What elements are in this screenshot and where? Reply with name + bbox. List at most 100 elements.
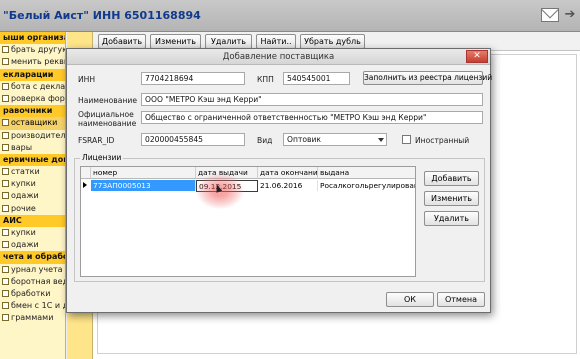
- close-icon[interactable]: ✕: [466, 50, 488, 63]
- sidebar-item[interactable]: одажи: [0, 239, 65, 251]
- cell-issued[interactable]: 09.12.2015: [196, 180, 258, 192]
- kpp-field[interactable]: 540545001: [283, 72, 350, 85]
- find-button[interactable]: Найти..: [256, 34, 296, 49]
- document-icon: [2, 94, 9, 102]
- sidebar-section-header[interactable]: ервичные докуме: [0, 153, 65, 167]
- add-button[interactable]: Добавить: [98, 34, 146, 49]
- document-icon: [2, 265, 9, 273]
- sidebar-item[interactable]: боротная ведомос: [0, 276, 65, 288]
- inn-field[interactable]: 7704218694: [141, 72, 245, 85]
- sidebar-item-label: чета и обработк: [3, 252, 65, 262]
- licenses-group: Лицензии номер дата выдачи дата окончани…: [74, 153, 485, 282]
- license-edit-button[interactable]: Изменить: [424, 191, 479, 206]
- remove-duplicate-button[interactable]: Убрать дубль: [300, 34, 365, 49]
- column-header-issuer[interactable]: выдана: [318, 167, 415, 179]
- foreign-checkbox[interactable]: [402, 135, 411, 144]
- dialog-titlebar[interactable]: Добавление поставщика ✕: [67, 49, 490, 65]
- sidebar-item-label: одажи: [11, 240, 39, 250]
- sidebar-item-label: бота с деклараци: [11, 81, 66, 91]
- document-icon: [2, 119, 9, 127]
- delete-button[interactable]: Удалить: [205, 34, 252, 49]
- document-icon: [2, 289, 9, 297]
- cell-number[interactable]: 77ЗАП0005013: [91, 180, 196, 191]
- document-icon: [2, 277, 9, 285]
- sidebar-item-label: ыши организации: [3, 33, 65, 42]
- sidebar-item[interactable]: бмен с 1С и другими: [0, 300, 65, 312]
- sidebar-item[interactable]: статки: [0, 166, 65, 178]
- column-header-issued[interactable]: дата выдачи: [196, 167, 258, 179]
- sidebar-section-header[interactable]: равочники: [0, 105, 65, 118]
- mail-icon[interactable]: [541, 8, 559, 22]
- sidebar-item-label: боротная ведомос: [11, 276, 65, 286]
- kind-select[interactable]: Оптовик: [283, 133, 387, 146]
- sidebar-item-label: граммами: [11, 313, 54, 323]
- sidebar-item[interactable]: граммами: [0, 312, 65, 324]
- fsrar-id-field[interactable]: 020000455845: [141, 133, 245, 146]
- sidebar-item[interactable]: менить реквизиты: [0, 56, 65, 68]
- foreign-label: Иностранный: [415, 136, 470, 145]
- sidebar-item-label: бмен с 1С и другими: [11, 301, 65, 311]
- sidebar-item[interactable]: купки: [0, 178, 65, 190]
- dialog-title: Добавление поставщика: [222, 52, 335, 62]
- sidebar-item-label: бработки: [11, 288, 51, 298]
- sidebar-section-header[interactable]: ыши организации: [0, 32, 65, 45]
- document-icon: [2, 46, 9, 54]
- inn-label: ИНН: [78, 75, 96, 84]
- sidebar-item[interactable]: урнал учета алкоп: [0, 264, 65, 276]
- sidebar-item[interactable]: одажи: [0, 190, 65, 202]
- sidebar-item-label: брать другую: [11, 45, 66, 55]
- sidebar-section-header[interactable]: чета и обработк: [0, 251, 65, 264]
- sidebar-item[interactable]: бота с деклараци: [0, 81, 65, 93]
- sidebar-item-label: статки: [11, 167, 40, 177]
- licenses-table[interactable]: номер дата выдачи дата окончания выдана …: [80, 166, 416, 277]
- sidebar-item[interactable]: брать другую: [0, 44, 65, 56]
- kpp-label: КПП: [257, 75, 274, 84]
- sidebar-item[interactable]: купки: [0, 227, 65, 239]
- sidebar-item-label: ервичные докуме: [3, 154, 65, 164]
- sidebar-item[interactable]: роизводители: [0, 130, 65, 142]
- exit-icon[interactable]: ➔: [562, 8, 578, 22]
- kind-select-value: Оптовик: [287, 135, 322, 144]
- column-header-number[interactable]: номер: [91, 167, 196, 179]
- document-icon: [2, 241, 9, 249]
- sidebar-item[interactable]: бработки: [0, 288, 65, 300]
- sidebar-section-header[interactable]: екларации: [0, 68, 65, 81]
- official-name-field[interactable]: Общество с ограниченной ответственностью…: [141, 111, 483, 124]
- license-add-button[interactable]: Добавить: [424, 171, 479, 186]
- sidebar-section-header[interactable]: АИС: [0, 214, 65, 227]
- name-field[interactable]: ООО "МЕТРО Кэш энд Керри": [141, 93, 483, 106]
- fill-from-registry-button[interactable]: Заполнить из реестра лицензий: [363, 71, 492, 85]
- ok-button[interactable]: ОК: [386, 292, 434, 307]
- document-icon: [2, 168, 9, 176]
- document-icon: [2, 192, 9, 200]
- edit-button[interactable]: Изменить: [150, 34, 201, 49]
- app-titlebar: "Белый Аист" ИНН 6501168894 ➔: [0, 0, 580, 32]
- document-icon: [2, 131, 9, 139]
- sidebar-item-label: равочники: [3, 106, 53, 116]
- sidebar-item-label: оставщики: [11, 118, 58, 128]
- cell-issuer[interactable]: Росалкогольрегулирование: [318, 180, 415, 191]
- cancel-button[interactable]: Отмена: [437, 292, 485, 307]
- licenses-legend: Лицензии: [80, 153, 124, 162]
- column-header-expires[interactable]: дата окончания: [258, 167, 318, 179]
- document-icon: [2, 58, 9, 66]
- sidebar-item[interactable]: роверка формата: [0, 93, 65, 105]
- document-icon: [2, 302, 9, 310]
- cell-expires[interactable]: 21.06.2016: [258, 180, 318, 191]
- sidebar-item[interactable]: вары: [0, 142, 65, 154]
- chevron-down-icon: [378, 138, 384, 142]
- current-row-icon: [83, 182, 87, 188]
- license-delete-button[interactable]: Удалить: [424, 211, 479, 226]
- sidebar-item-label: АИС: [3, 215, 22, 225]
- sidebar-item[interactable]: рочие: [0, 203, 65, 215]
- document-icon: [2, 82, 9, 90]
- official-name-label-line1: Официальное: [78, 110, 134, 119]
- row-header-corner: [81, 167, 91, 179]
- document-icon: [2, 229, 9, 236]
- sidebar-item-label: купки: [11, 179, 36, 189]
- sidebar-item-label: рочие: [11, 203, 36, 213]
- sidebar-item-label: урнал учета алкоп: [11, 264, 65, 274]
- sidebar-item[interactable]: оставщики: [0, 117, 65, 130]
- document-icon: [2, 180, 9, 188]
- document-icon: [2, 314, 9, 322]
